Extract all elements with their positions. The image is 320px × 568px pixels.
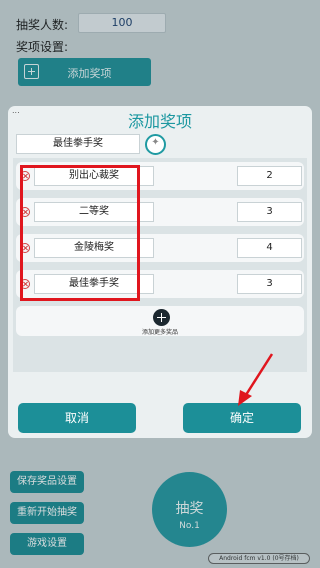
prize-qty-field[interactable]: 2 — [237, 166, 302, 186]
add-more-prizes-button[interactable]: 添加更多奖品 — [16, 306, 304, 336]
new-prize-name-input[interactable]: 最佳拳手奖 — [16, 134, 140, 154]
dialog-title: 添加奖项 — [127, 112, 192, 131]
prize-qty-field[interactable]: 4 — [237, 238, 302, 258]
cancel-button[interactable]: 取消 — [18, 403, 136, 433]
prize-qty-field[interactable]: 3 — [237, 202, 302, 222]
prize-qty-field[interactable]: 3 — [237, 274, 302, 294]
random-icon[interactable] — [145, 134, 166, 155]
highlight-box — [20, 165, 140, 301]
add-circle-icon — [153, 309, 170, 326]
add-more-label: 添加更多奖品 — [141, 329, 178, 336]
arrow-annotation — [238, 353, 274, 406]
